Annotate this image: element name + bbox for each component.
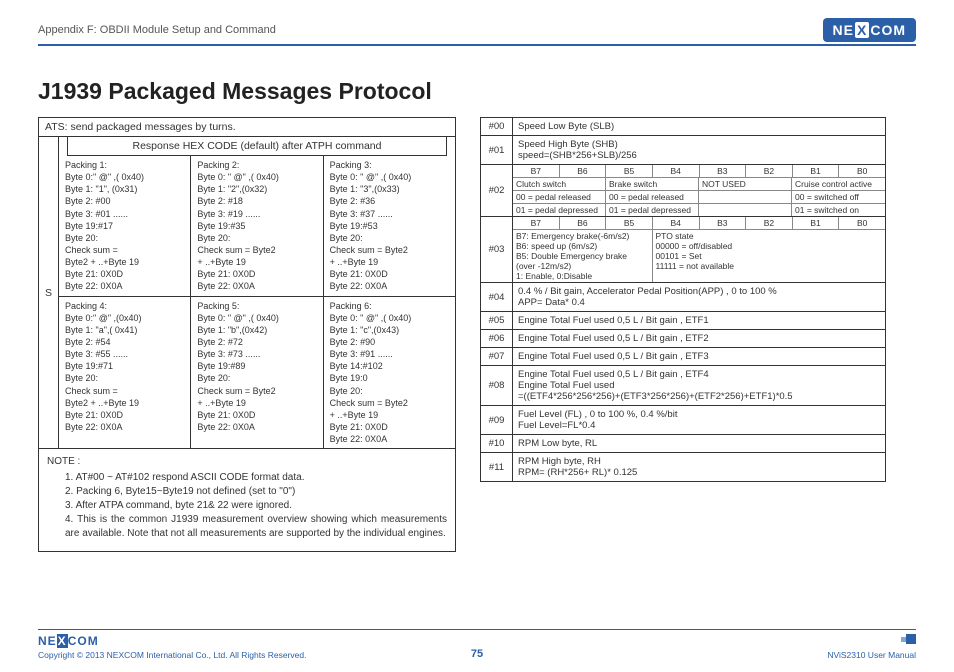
content-columns: ATS: send packaged messages by turns. S …: [38, 117, 916, 552]
header-bar: Appendix F: OBDII Module Setup and Comma…: [38, 18, 916, 46]
packing-cell: Packing 6: Byte 0: " @" ,( 0x40) Byte 1:…: [324, 297, 455, 449]
page-title: J1939 Packaged Messages Protocol: [38, 78, 916, 105]
page-number: 75: [471, 648, 483, 660]
idx-08: #08: [481, 366, 513, 406]
def-10: RPM Low byte, RL: [513, 435, 886, 453]
def-08: Engine Total Fuel used 0,5 L / Bit gain …: [513, 366, 886, 406]
def-02: B7B6B5B4B3B2B1B0 Clutch switchBrake swit…: [513, 165, 886, 217]
idx-02: #02: [481, 165, 513, 217]
note-item: 1. AT#00 ~ AT#102 respond ASCII CODE for…: [65, 471, 447, 485]
idx-07: #07: [481, 348, 513, 366]
idx-01: #01: [481, 136, 513, 165]
idx-11: #11: [481, 453, 513, 482]
def-11: RPM High byte, RH RPM= (RH*256+ RL)* 0.1…: [513, 453, 886, 482]
def-07: Engine Total Fuel used 0,5 L / Bit gain …: [513, 348, 886, 366]
packing-cell: Packing 3: Byte 0: " @" ,( 0x40) Byte 1:…: [324, 156, 455, 296]
def-09: Fuel Level (FL) , 0 to 100 %, 0.4 %/bit …: [513, 406, 886, 435]
def-05: Engine Total Fuel used 0,5 L / Bit gain …: [513, 312, 886, 330]
packing-cell: Packing 4: Byte 0:" @" ,(0x40) Byte 1: "…: [59, 297, 191, 449]
ats-table: ATS: send packaged messages by turns. S …: [38, 117, 456, 449]
notes-section: NOTE : 1. AT#00 ~ AT#102 respond ASCII C…: [38, 449, 456, 552]
def-06: Engine Total Fuel used 0,5 L / Bit gain …: [513, 330, 886, 348]
idx-00: #00: [481, 118, 513, 136]
idx-05: #05: [481, 312, 513, 330]
appendix-label: Appendix F: OBDII Module Setup and Comma…: [38, 24, 276, 36]
ats-header: ATS: send packaged messages by turns.: [39, 118, 455, 137]
manual-name: NViS2310 User Manual: [827, 650, 916, 660]
note-item: 2. Packing 6, Byte15~Byte19 not defined …: [65, 485, 447, 499]
def-00: Speed Low Byte (SLB): [513, 118, 886, 136]
definitions-table: #00Speed Low Byte (SLB) #01Speed High By…: [480, 117, 886, 482]
left-column: ATS: send packaged messages by turns. S …: [38, 117, 456, 552]
right-column: #00Speed Low Byte (SLB) #01Speed High By…: [480, 117, 886, 552]
note-item: 3. After ATPA command, byte 21& 22 were …: [65, 499, 447, 513]
idx-06: #06: [481, 330, 513, 348]
notes-heading: NOTE :: [47, 455, 447, 469]
def-03: B7B6B5B4B3B2B1B0 B7: Emergency brake(-6m…: [513, 217, 886, 283]
footer-logo: NEXCOM: [38, 634, 306, 648]
idx-03: #03: [481, 217, 513, 283]
footer: NEXCOM Copyright © 2013 NEXCOM Internati…: [38, 629, 916, 660]
packing-cell: Packing 5: Byte 0: " @" ,( 0x40) Byte 1:…: [191, 297, 323, 449]
copyright: Copyright © 2013 NEXCOM International Co…: [38, 650, 306, 660]
idx-10: #10: [481, 435, 513, 453]
note-item: 4. This is the common J1939 measurement …: [65, 513, 447, 541]
idx-04: #04: [481, 283, 513, 312]
hex-header: Response HEX CODE (default) after ATPH c…: [67, 137, 447, 156]
packing-cell: Packing 1: Byte 0:" @" ,( 0x40) Byte 1: …: [59, 156, 191, 296]
idx-09: #09: [481, 406, 513, 435]
def-01: Speed High Byte (SHB) speed=(SHB*256+SLB…: [513, 136, 886, 165]
logo: NEXCOM: [823, 18, 916, 42]
packing-cell: Packing 2: Byte 0: " @" ,( 0x40) Byte 1:…: [191, 156, 323, 296]
s-label: S: [39, 137, 59, 448]
def-04: 0.4 % / Bit gain, Accelerator Pedal Posi…: [513, 283, 886, 312]
